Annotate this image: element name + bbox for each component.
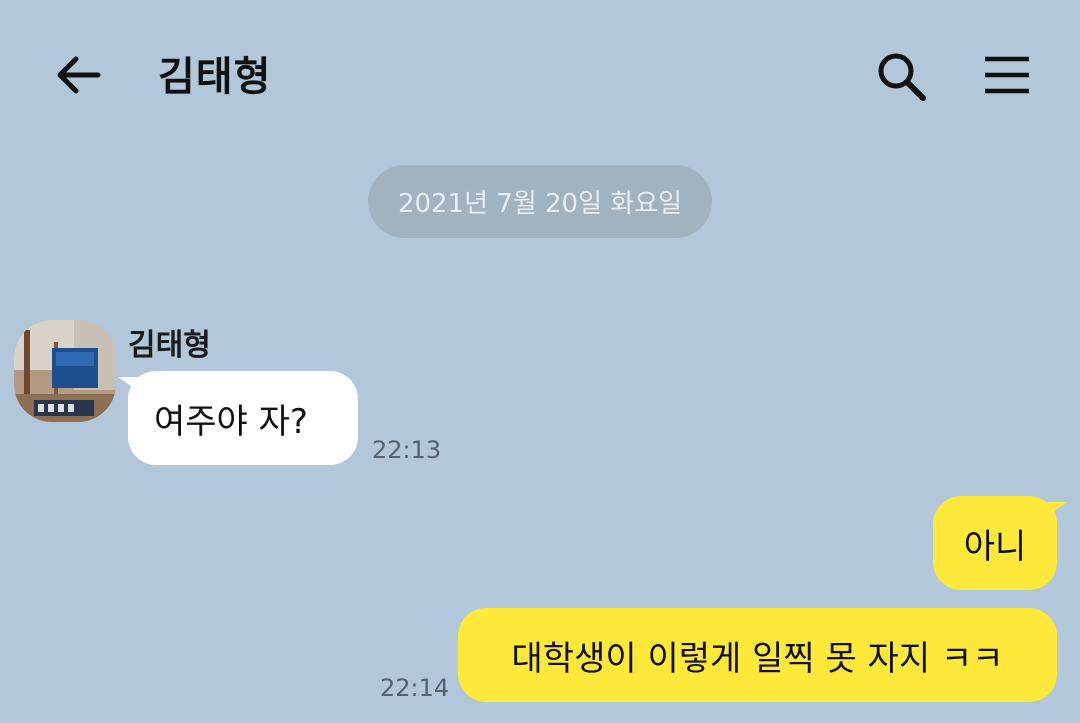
- search-button[interactable]: [872, 48, 930, 104]
- search-icon: [878, 53, 926, 101]
- avatar[interactable]: [14, 320, 116, 422]
- hamburger-menu-icon: [985, 56, 1029, 94]
- message-time: 22:13: [372, 436, 442, 464]
- date-divider: 2021년 7월 20일 화요일: [368, 165, 712, 238]
- back-button[interactable]: [50, 50, 106, 100]
- chat-title: 김태형: [158, 54, 272, 100]
- outgoing-message-bubble[interactable]: 대학생이 이렇게 일찍 못 자지 ㅋㅋ: [458, 608, 1057, 702]
- outgoing-message-bubble[interactable]: 아니: [933, 496, 1067, 590]
- message-time: 22:14: [380, 674, 450, 702]
- message-text: 여주야 자?: [154, 401, 308, 442]
- incoming-message-bubble[interactable]: 여주야 자?: [118, 371, 358, 465]
- message-text: 아니: [963, 526, 1027, 567]
- arrow-left-icon: [57, 56, 101, 94]
- message-text: 대학생이 이렇게 일찍 못 자지 ㅋㅋ: [511, 638, 1004, 679]
- profile-photo: [14, 320, 116, 422]
- sender-name: 김태형: [128, 328, 211, 363]
- chat-header: 김태형: [0, 0, 1080, 140]
- menu-button[interactable]: [978, 50, 1036, 100]
